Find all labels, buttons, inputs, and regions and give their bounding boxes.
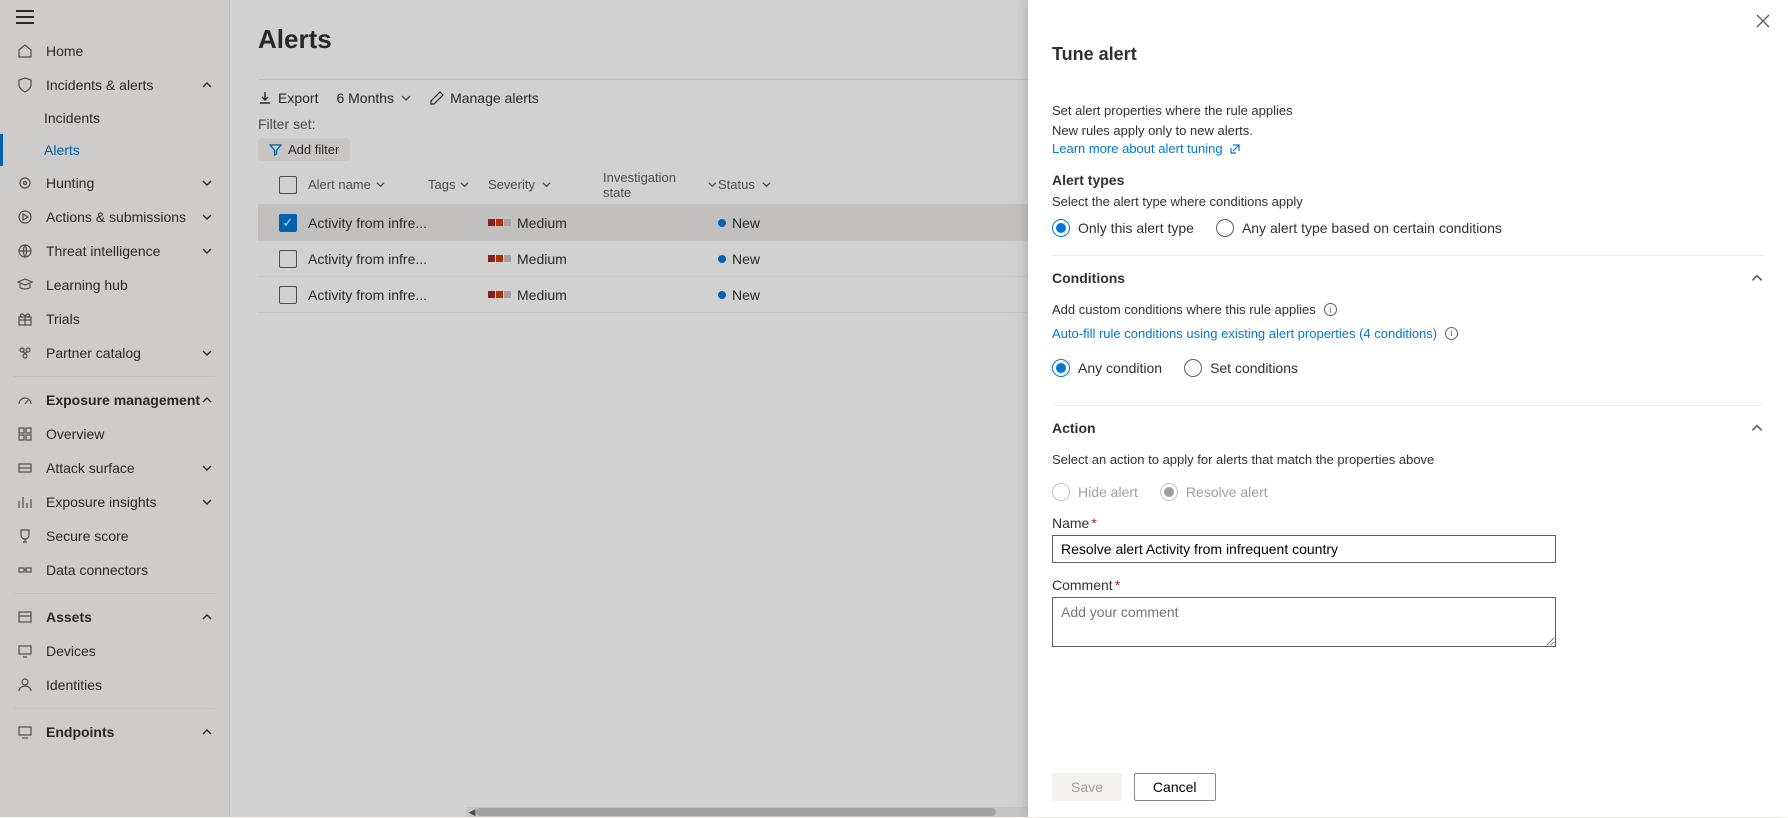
cancel-button[interactable]: Cancel bbox=[1134, 773, 1216, 801]
radio-resolve-alert: Resolve alert bbox=[1160, 483, 1268, 501]
autofill-conditions-link[interactable]: Auto-fill rule conditions using existing… bbox=[1052, 326, 1437, 341]
chevron-up-icon bbox=[1750, 421, 1764, 435]
radio-label: Any alert type based on certain conditio… bbox=[1242, 220, 1502, 236]
radio-hide-alert: Hide alert bbox=[1052, 483, 1138, 501]
radio-label: Any condition bbox=[1078, 360, 1162, 376]
panel-footer: Save Cancel bbox=[1028, 773, 1788, 817]
conditions-sub: Add custom conditions where this rule ap… bbox=[1052, 300, 1316, 320]
radio-only-alert-type[interactable]: Only this alert type bbox=[1052, 219, 1194, 237]
radio-label: Set conditions bbox=[1210, 360, 1298, 376]
radio-set-conditions[interactable]: Set conditions bbox=[1184, 359, 1298, 377]
radio-label: Hide alert bbox=[1078, 484, 1138, 500]
close-button[interactable] bbox=[1756, 14, 1770, 28]
chevron-up-icon bbox=[1750, 271, 1764, 285]
autofill-label: Auto-fill rule conditions using existing… bbox=[1052, 326, 1437, 341]
conditions-title: Conditions bbox=[1052, 270, 1125, 286]
radio-any-condition[interactable]: Any condition bbox=[1052, 359, 1162, 377]
alert-types-sub: Select the alert type where conditions a… bbox=[1052, 194, 1764, 209]
info-icon[interactable]: i bbox=[1445, 327, 1458, 340]
radio-icon bbox=[1052, 219, 1070, 237]
learn-more-link[interactable]: Learn more about alert tuning bbox=[1052, 141, 1241, 156]
panel-description-1: Set alert properties where the rule appl… bbox=[1052, 101, 1764, 121]
learn-more-label: Learn more about alert tuning bbox=[1052, 141, 1223, 156]
tune-alert-panel: Tune alert Set alert properties where th… bbox=[1028, 0, 1788, 817]
radio-icon bbox=[1184, 359, 1202, 377]
info-icon[interactable]: i bbox=[1324, 303, 1337, 316]
alert-types-heading: Alert types bbox=[1052, 172, 1764, 188]
conditions-section-toggle[interactable]: Conditions bbox=[1052, 256, 1764, 286]
action-title: Action bbox=[1052, 420, 1096, 436]
name-field-label: Name* bbox=[1052, 515, 1764, 531]
radio-any-alert-type[interactable]: Any alert type based on certain conditio… bbox=[1216, 219, 1502, 237]
radio-icon bbox=[1160, 483, 1178, 501]
radio-icon bbox=[1052, 359, 1070, 377]
radio-label: Only this alert type bbox=[1078, 220, 1194, 236]
panel-title: Tune alert bbox=[1052, 44, 1764, 65]
action-sub: Select an action to apply for alerts tha… bbox=[1052, 450, 1764, 470]
comment-field-label: Comment* bbox=[1052, 577, 1764, 593]
panel-description-2: New rules apply only to new alerts. bbox=[1052, 121, 1764, 141]
radio-icon bbox=[1052, 483, 1070, 501]
save-button[interactable]: Save bbox=[1052, 773, 1122, 801]
radio-icon bbox=[1216, 219, 1234, 237]
external-link-icon bbox=[1229, 143, 1241, 155]
action-section-toggle[interactable]: Action bbox=[1052, 406, 1764, 436]
radio-label: Resolve alert bbox=[1186, 484, 1268, 500]
name-input[interactable] bbox=[1052, 535, 1556, 563]
comment-textarea[interactable] bbox=[1052, 597, 1556, 647]
